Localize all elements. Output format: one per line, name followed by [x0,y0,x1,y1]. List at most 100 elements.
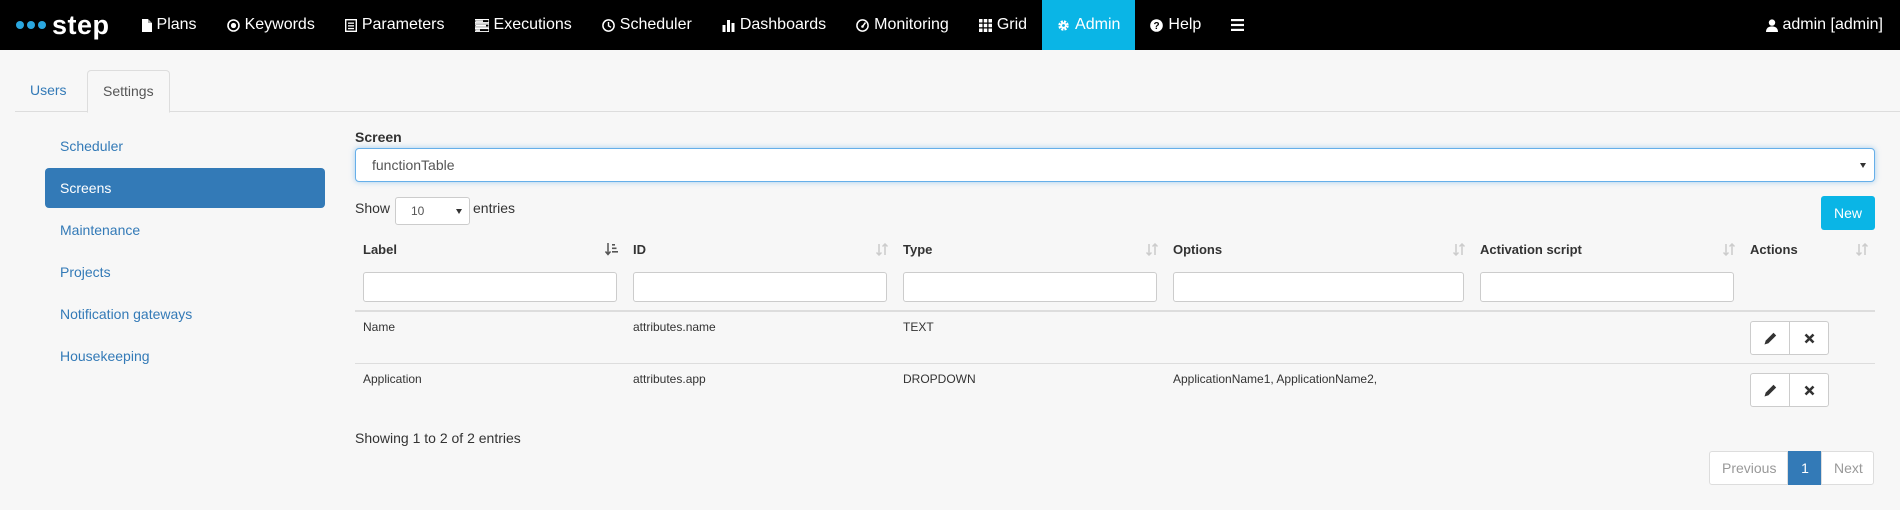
pencil-icon [1764,332,1776,344]
settings-item-housekeeping[interactable]: Housekeeping [45,336,325,376]
nav-grid-label: Grid [996,16,1028,33]
svg-text:?: ? [1154,21,1160,32]
settings-menu: Scheduler Screens Maintenance Projects N… [45,126,325,378]
settings-item-scheduler[interactable]: Scheduler [45,126,325,166]
nav-monitoring[interactable]: Monitoring [841,0,964,50]
sort-icon [1722,243,1736,256]
table-row: Application attributes.app DROPDOWN Appl… [355,363,1875,413]
caret-down-icon [1860,163,1866,168]
filter-input-options[interactable] [1173,272,1464,302]
nav-scheduler[interactable]: Scheduler [587,0,707,50]
question-icon: ? [1150,18,1164,32]
column-header-label[interactable]: Label [355,232,625,268]
cell-label: Application [363,372,422,386]
caret-down-icon [456,209,462,214]
column-header-options[interactable]: Options [1165,232,1472,268]
delete-button[interactable] [1789,373,1829,407]
brand-logo[interactable]: step [0,0,126,50]
pencil-icon [1764,384,1776,396]
remove-icon [1804,333,1814,343]
filter-input-activation-script[interactable] [1480,272,1734,302]
nav-grid[interactable]: Grid [964,0,1042,50]
logo-dots-icon [16,21,46,29]
settings-item-projects[interactable]: Projects [45,252,325,292]
column-header-label-text: Label [363,242,397,257]
settings-item-notification-gateways[interactable]: Notification gateways [45,294,325,334]
cell-type: TEXT [903,320,934,334]
tab-users[interactable]: Users [15,70,82,112]
clock-icon [601,18,615,32]
file-icon [141,18,152,32]
screen-select-value: functionTable [372,157,455,173]
remove-icon [1804,385,1814,395]
cell-options: ApplicationName1, ApplicationName2, [1173,372,1378,386]
cell-label: Name [363,320,396,334]
nav-keywords[interactable]: Keywords [212,0,330,50]
sort-alpha-asc-icon [605,243,618,256]
show-label: Show [355,200,391,216]
sort-icon [875,243,889,256]
settings-item-screens[interactable]: Screens [45,168,325,208]
screen-label: Screen [355,129,402,145]
nav-monitoring-label: Monitoring [874,16,949,33]
nav-admin[interactable]: Admin [1042,0,1136,50]
column-header-options-text: Options [1173,242,1223,257]
bar-chart-icon [722,19,735,32]
column-header-type-text: Type [903,242,933,257]
hamburger-icon [1231,19,1245,31]
entries-length-value: 10 [411,204,425,218]
nav-scheduler-label: Scheduler [619,16,692,33]
settings-item-maintenance[interactable]: Maintenance [45,210,325,250]
screen-select[interactable]: functionTable [355,148,1875,182]
user-menu[interactable]: admin [admin] [1765,0,1884,50]
column-header-type[interactable]: Type [895,232,1165,268]
gear-icon [1058,19,1069,31]
top-navbar: step Plans Keywords Parameters Execution… [0,0,1900,50]
pagination: Previous 1 Next [1709,451,1874,485]
nav-admin-label: Admin [1075,16,1121,33]
sort-icon [1452,243,1466,256]
table-row: Name attributes.name TEXT [355,312,1875,362]
next-page-button[interactable]: Next [1821,451,1874,485]
nav-executions-label: Executions [493,16,572,33]
nav-parameters-label: Parameters [361,16,445,33]
column-header-id-text: ID [633,242,646,257]
edit-button[interactable] [1750,321,1790,355]
nav-keywords-label: Keywords [244,16,315,33]
cell-id: attributes.name [633,320,716,334]
hamburger-menu-button[interactable] [1216,0,1264,50]
nav-parameters[interactable]: Parameters [330,0,460,50]
new-button[interactable]: New [1821,196,1875,230]
column-header-actions[interactable]: Actions [1742,232,1875,268]
grid-icon [978,18,992,32]
nav-executions[interactable]: Executions [460,0,587,50]
filter-input-id[interactable] [633,272,887,302]
sort-icon [1145,243,1159,256]
table-info: Showing 1 to 2 of 2 entries [355,430,521,446]
edit-button[interactable] [1750,373,1790,407]
nav-help[interactable]: ? Help [1135,0,1216,50]
nav-plans[interactable]: Plans [126,0,212,50]
column-header-id[interactable]: ID [625,232,895,268]
user-name: admin [admin] [1782,16,1884,33]
list-alt-icon [344,18,357,32]
column-header-actions-text: Actions [1750,242,1798,257]
record-icon [226,18,240,32]
page-1-button[interactable]: 1 [1788,451,1822,485]
previous-page-button[interactable]: Previous [1709,451,1788,485]
delete-button[interactable] [1789,321,1829,355]
nav-dashboards[interactable]: Dashboards [707,0,841,50]
dashboard-icon [856,18,869,32]
entries-length-select[interactable]: 10 [395,197,470,225]
filter-input-type[interactable] [903,272,1157,302]
column-header-activation-script[interactable]: Activation script [1472,232,1742,268]
nav-help-label: Help [1168,16,1202,33]
admin-tabs: Users Settings [15,70,1900,113]
tab-settings[interactable]: Settings [87,70,170,113]
filter-input-label[interactable] [363,272,617,302]
nav-dashboards-label: Dashboards [739,16,827,33]
brand-name: step [52,9,110,40]
cell-type: DROPDOWN [903,372,976,386]
column-header-activation-script-text: Activation script [1480,242,1582,257]
entries-label: entries [473,200,516,216]
